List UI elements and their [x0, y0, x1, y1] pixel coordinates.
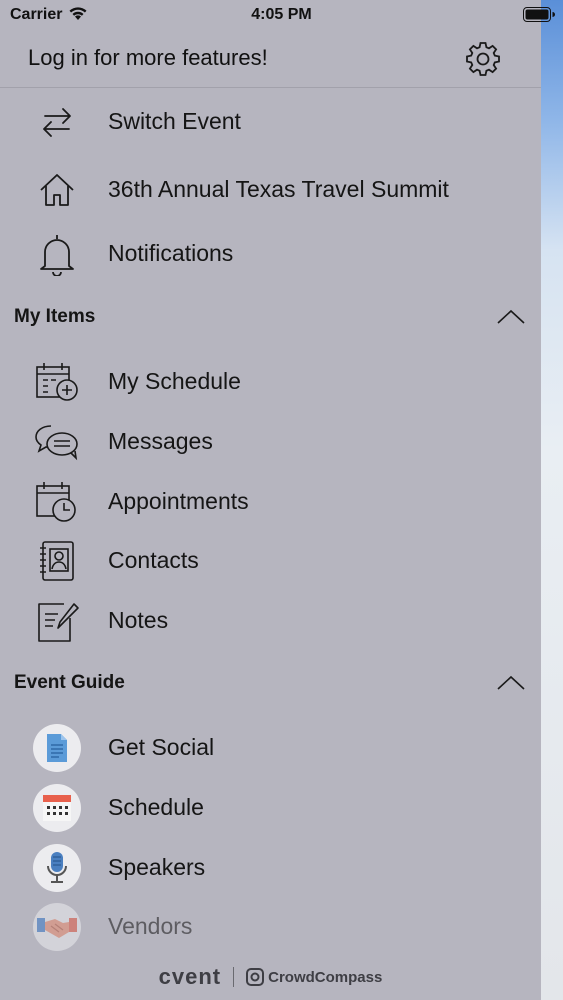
menu-item-label: My Schedule [108, 368, 241, 394]
menu-item-label: Notifications [108, 240, 234, 266]
menu-item-label: Vendors [108, 913, 193, 939]
document-icon [33, 724, 81, 772]
background-screen-edge [541, 0, 563, 1000]
gear-icon[interactable] [464, 40, 502, 78]
menu-item-speakers[interactable]: Speakers [0, 840, 541, 896]
navigation-drawer: Log in for more features! Switch Event 3… [0, 0, 541, 1000]
note-pencil-icon [32, 597, 82, 645]
calendar-clock-icon [32, 478, 82, 526]
icon-container [32, 784, 82, 832]
login-prompt[interactable]: Log in for more features! [28, 45, 268, 71]
menu-item-messages[interactable]: Messages [0, 414, 541, 470]
chevron-up-icon[interactable] [496, 308, 526, 326]
menu-item-label: Switch Event [108, 108, 241, 134]
handshake-icon [33, 903, 81, 951]
crowdcompass-icon [246, 968, 265, 986]
menu-item-appointments[interactable]: Appointments [0, 474, 541, 530]
menu-item-schedule[interactable]: Schedule [0, 780, 541, 836]
battery-icon [523, 7, 555, 22]
microphone-icon [33, 844, 81, 892]
drawer-header: Log in for more features! [0, 32, 541, 88]
crowdcompass-label: CrowdCompass [268, 968, 383, 986]
powered-by-footer: cvent CrowdCompass [0, 962, 541, 992]
calendar-add-icon [32, 358, 82, 406]
menu-item-notifications[interactable]: Notifications [0, 226, 541, 282]
menu-item-label: Contacts [108, 547, 199, 573]
clock-time: 4:05 PM [251, 6, 312, 23]
menu-item-event-home[interactable]: 36th Annual Texas Travel Summit [0, 162, 541, 218]
menu-item-vendors[interactable]: Vendors [0, 899, 541, 955]
crowdcompass-logo: CrowdCompass [246, 968, 382, 986]
menu-item-label: Get Social [108, 734, 215, 760]
home-icon [32, 166, 82, 214]
section-title: My Items [14, 306, 96, 327]
icon-container [32, 903, 82, 951]
menu-item-get-social[interactable]: Get Social [0, 720, 541, 776]
status-bar: Carrier 4:05 PM [0, 0, 563, 30]
menu-item-label: Appointments [108, 488, 249, 514]
section-header-my-items[interactable]: My Items [0, 298, 541, 338]
menu-item-notes[interactable]: Notes [0, 593, 541, 649]
chat-bubbles-icon [32, 418, 82, 466]
chevron-up-icon[interactable] [496, 674, 526, 692]
switch-arrows-icon [32, 98, 82, 146]
cvent-logo: cvent [158, 964, 222, 989]
bell-icon [32, 230, 82, 278]
menu-item-label: Notes [108, 607, 169, 633]
menu-item-label: Speakers [108, 854, 206, 880]
footer-divider [233, 967, 235, 987]
calendar-grid-icon [33, 784, 81, 832]
menu-item-contacts[interactable]: Contacts [0, 533, 541, 589]
menu-item-my-schedule[interactable]: My Schedule [0, 354, 541, 410]
icon-container [32, 724, 82, 772]
section-title: Event Guide [14, 672, 125, 693]
menu-item-label: 36th Annual Texas Travel Summit [108, 176, 449, 202]
section-header-event-guide[interactable]: Event Guide [0, 664, 541, 704]
menu-item-label: Schedule [108, 794, 204, 820]
menu-item-label: Messages [108, 428, 213, 454]
menu-item-switch-event[interactable]: Switch Event [0, 94, 541, 150]
icon-container [32, 844, 82, 892]
contact-book-icon [32, 537, 82, 585]
